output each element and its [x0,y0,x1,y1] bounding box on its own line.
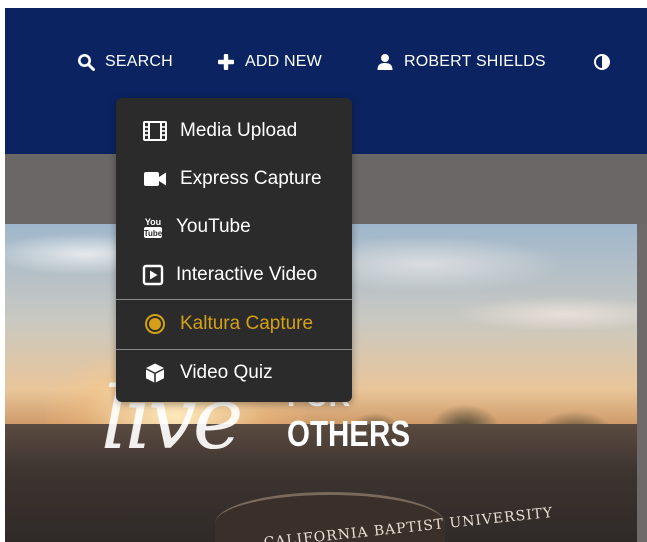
menu-item-label: Media Upload [180,120,298,141]
video-camera-icon [140,170,170,188]
menu-item-label: YouTube [176,216,251,237]
svg-text:You: You [145,217,161,227]
menu-divider [116,299,352,300]
film-icon [140,120,170,142]
record-dot-icon [140,313,170,335]
menu-item-video-quiz[interactable]: Video Quiz [116,351,352,395]
contrast-icon [593,53,621,71]
menu-item-interactive-video[interactable]: Interactive Video [116,253,352,297]
user-icon [376,53,404,71]
add-new-button[interactable]: ADD NEW [217,52,322,72]
menu-item-label: Kaltura Capture [180,313,314,334]
search-label: SEARCH [105,53,173,70]
menu-item-media-upload[interactable]: Media Upload [116,109,352,153]
menu-item-youtube[interactable]: You Tube YouTube [116,205,352,249]
search-button[interactable]: SEARCH [77,52,173,72]
add-new-dropdown-menu: Media Upload Express Capture You Tube Yo… [116,98,352,402]
youtube-icon: You Tube [138,215,168,239]
search-icon [77,53,105,71]
add-new-label: ADD NEW [245,53,322,70]
menu-item-express-capture[interactable]: Express Capture [116,157,352,201]
menu-item-kaltura-capture[interactable]: Kaltura Capture [116,302,352,346]
cube-icon [140,362,170,384]
user-menu-button[interactable]: ROBERT SHIELDS [376,52,546,72]
menu-item-label: Interactive Video [176,264,318,285]
menu-item-label: Video Quiz [180,362,273,383]
menu-divider [116,349,352,350]
play-square-icon [138,264,168,286]
page-frame: SEARCH ADD NEW ROBERT SHIELDS CALIFORNIA… [5,8,647,542]
svg-text:Tube: Tube [144,229,163,238]
contrast-toggle-button[interactable] [593,52,621,72]
menu-item-label: Express Capture [180,168,322,189]
user-name-label: ROBERT SHIELDS [404,53,546,70]
banner-logo-others: OTHERS [287,413,411,454]
plus-icon [217,53,245,71]
